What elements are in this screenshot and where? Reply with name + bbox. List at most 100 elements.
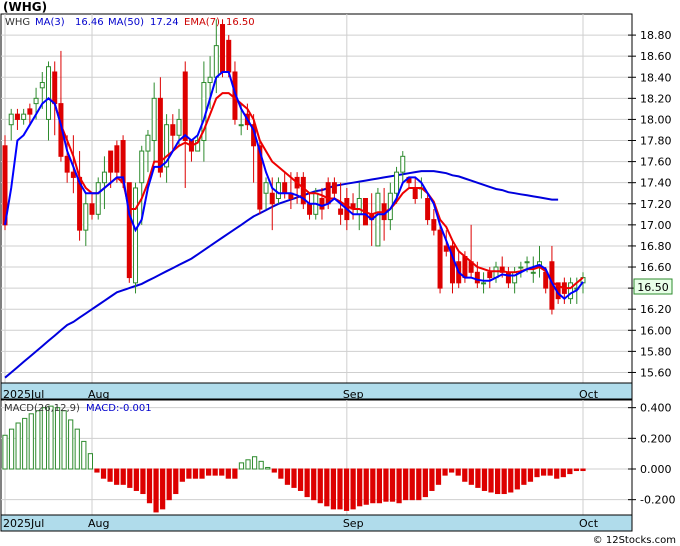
- price-tick-label: 16.00: [640, 324, 672, 337]
- macd-bar: [429, 468, 435, 491]
- candle: [437, 224, 443, 294]
- candle-body: [275, 182, 281, 199]
- candle-body: [33, 97, 39, 105]
- legend-ema7-value: 16.50: [226, 17, 255, 28]
- macd-bar: [133, 468, 139, 491]
- macd-bar: [324, 468, 330, 507]
- macd-bar: [284, 468, 291, 485]
- price-tick-label: 18.20: [640, 92, 672, 105]
- price-tick-label: 18.80: [640, 29, 672, 42]
- month-label: Oct: [579, 388, 599, 401]
- legend-ma50-label: MA(50): [108, 17, 144, 28]
- candle-body: [425, 198, 431, 221]
- macd-tick-label: 0.000: [640, 463, 672, 476]
- macd-bar: [100, 468, 107, 479]
- macd-bar: [219, 468, 225, 476]
- macd-bar: [35, 410, 41, 470]
- candle: [133, 182, 139, 294]
- macd-bar: [120, 468, 126, 485]
- macd-bar: [495, 468, 501, 495]
- macd-bar: [475, 468, 481, 488]
- macd-panel: [0, 399, 633, 516]
- candle-body: [182, 71, 188, 142]
- macd-bar: [455, 468, 461, 476]
- candle-body: [133, 187, 139, 284]
- price-tick-label: 18.40: [640, 71, 672, 84]
- macd-bar: [396, 468, 402, 504]
- macd-bar: [383, 468, 389, 502]
- legend-symbol: WHG: [5, 17, 30, 28]
- macd-bar: [330, 468, 337, 510]
- macd-bar: [488, 468, 494, 493]
- macd-legend: MACD(26,12,9) MACD:-0.001: [4, 403, 152, 414]
- macd-bar: [370, 468, 376, 504]
- candle-body: [518, 266, 524, 269]
- price-tick-label: 18.00: [640, 113, 672, 126]
- macd-bar: [468, 468, 474, 485]
- candle-body: [437, 229, 443, 289]
- macd-bar: [245, 459, 251, 470]
- candle: [226, 35, 232, 78]
- price-tick-label: 15.60: [640, 366, 672, 379]
- macd-bar: [389, 468, 396, 502]
- candle-body: [282, 182, 288, 194]
- candle-body: [481, 282, 487, 285]
- price-legend: WHG MA(3) 16.46 MA(50) 17.24 EMA(7) 16.5…: [5, 17, 255, 28]
- candle-body: [126, 182, 132, 279]
- candle: [375, 187, 381, 247]
- macd-bar: [422, 468, 428, 498]
- macd-bar: [435, 468, 442, 485]
- candle-body: [568, 282, 574, 300]
- macd-tick-label: -0.200: [640, 494, 675, 507]
- macd-bar: [192, 468, 199, 479]
- macd-bar: [567, 468, 573, 475]
- macd-bar: [212, 468, 218, 476]
- price-tick-label: 16.80: [640, 240, 672, 253]
- candle-body: [307, 203, 313, 215]
- macd-bar: [514, 468, 520, 490]
- legend-ma3-label: MA(3): [35, 17, 65, 28]
- macd-bar: [534, 468, 540, 478]
- macd-bar: [22, 417, 28, 470]
- candle-body: [101, 171, 107, 184]
- candle-body: [319, 198, 325, 210]
- macd-bar: [580, 468, 586, 472]
- macd-bar: [74, 428, 80, 470]
- macd-bar: [68, 419, 74, 470]
- macd-bar: [304, 468, 310, 498]
- candle-body: [220, 24, 226, 73]
- candle-body: [114, 145, 120, 173]
- macd-bar: [547, 468, 553, 476]
- candle-body: [170, 124, 176, 136]
- chart-title: (WHG): [3, 0, 47, 14]
- macd-bar: [140, 468, 146, 495]
- macd-legend-label: MACD(26,12,9): [4, 403, 80, 414]
- macd-bar: [442, 468, 448, 476]
- macd-bar: [376, 468, 382, 504]
- candle-body: [52, 71, 58, 105]
- candle: [300, 172, 306, 210]
- macd-bar: [521, 468, 527, 485]
- macd-bar: [462, 468, 468, 482]
- candle-body: [139, 150, 145, 184]
- macd-bar: [573, 468, 580, 472]
- month-label: 2025Jul: [3, 517, 44, 530]
- month-label: Sep: [343, 388, 364, 401]
- price-tick-label: 17.40: [640, 177, 672, 190]
- macd-bar: [166, 468, 172, 501]
- macd-axis-ticks: -0.200 0.000 0.200 0.400: [628, 402, 675, 507]
- candle-body: [530, 271, 536, 274]
- price-tick-label: 16.60: [640, 261, 672, 274]
- candle-body: [375, 192, 381, 247]
- macd-bar: [48, 405, 54, 470]
- macd-legend-value: MACD:-0.001: [86, 403, 152, 414]
- candle-body: [331, 182, 337, 194]
- candle-body: [151, 97, 157, 142]
- macd-bar: [560, 468, 566, 478]
- macd-bar: [251, 456, 258, 470]
- macd-bar: [527, 468, 534, 482]
- macd-bar: [271, 468, 277, 473]
- price-axis-ticks: 15.6015.8016.0016.2016.4016.6016.8017.00…: [628, 29, 672, 379]
- macd-bar: [2, 434, 8, 470]
- macd-bar: [54, 407, 61, 470]
